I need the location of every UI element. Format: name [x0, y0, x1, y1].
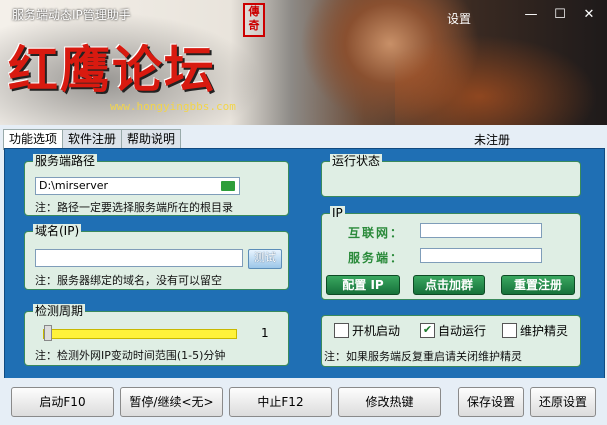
options-group: 开机启动 ✔ 自动运行 维护精灵 注：如果服务端反复重启请关闭维护精灵 [321, 315, 581, 367]
bottom-toolbar: 启动F10 暂停/继续<无> 中止F12 修改热键 保存设置 还原设置 [0, 378, 607, 425]
internet-ip-field[interactable] [420, 223, 542, 238]
brand-url: www.hongyingbbs.com [110, 100, 236, 113]
folder-icon[interactable] [221, 181, 235, 191]
main-area: 功能选项 软件注册 帮助说明 未注册 服务端路径 D:\mirserver 注：… [0, 125, 607, 425]
run-status-label: 运行状态 [330, 154, 383, 168]
server-path-label: 服务端路径 [33, 154, 98, 168]
domain-group: 域名(IP) 测试 注：服务器绑定的域名，没有可以留空 [24, 224, 289, 290]
check-period-note: 注：检测外网IP变动时间范围(1-5)分钟 [35, 349, 226, 362]
period-slider-thumb[interactable] [44, 325, 52, 341]
domain-input[interactable] [35, 249, 243, 267]
reset-registration-button[interactable]: 重置注册 [501, 275, 575, 295]
tab-bar: 功能选项 软件注册 帮助说明 [3, 129, 182, 150]
close-icon[interactable]: ✕ [578, 6, 600, 24]
stop-button[interactable]: 中止F12 [229, 387, 332, 417]
join-group-button[interactable]: 点击加群 [413, 275, 485, 295]
server-path-note: 注：路径一定要选择服务端所在的根目录 [35, 201, 233, 214]
period-slider[interactable] [43, 329, 237, 339]
window-title: 服务端动态IP管理助手 [12, 8, 131, 22]
autostart-box[interactable] [334, 323, 349, 338]
server-ip-field[interactable] [420, 248, 542, 263]
autorun-checkbox[interactable]: ✔ 自动运行 [420, 322, 486, 339]
check-icon[interactable]: ✔ [420, 323, 435, 338]
start-button[interactable]: 启动F10 [11, 387, 114, 417]
config-ip-button[interactable]: 配置 IP [326, 275, 400, 295]
brand-logo: 红鹰论坛 [8, 40, 216, 99]
check-period-group: 检测周期 1 注：检测外网IP变动时间范围(1-5)分钟 [24, 304, 289, 366]
ip-label: IP [330, 206, 345, 220]
server-path-input[interactable]: D:\mirserver [35, 177, 240, 195]
ip-group: IP 互联网： 服务端： 配置 IP 点击加群 重置注册 [321, 206, 581, 300]
guard-box[interactable] [502, 323, 517, 338]
functions-panel: 服务端路径 D:\mirserver 注：路径一定要选择服务端所在的根目录 域名… [4, 148, 605, 380]
seal-logo: 傳奇 [243, 3, 265, 37]
domain-note: 注：服务器绑定的域名，没有可以留空 [35, 274, 222, 287]
tab-functions[interactable]: 功能选项 [3, 129, 64, 150]
minimize-icon[interactable]: — [520, 6, 542, 24]
check-period-label: 检测周期 [33, 304, 86, 318]
domain-label: 域名(IP) [33, 224, 82, 238]
guard-checkbox[interactable]: 维护精灵 [502, 322, 568, 339]
settings-link[interactable]: 设置 [447, 10, 471, 27]
autostart-checkbox[interactable]: 开机启动 [334, 322, 400, 339]
pause-resume-button[interactable]: 暂停/继续<无> [120, 387, 223, 417]
registration-status: 未注册 [474, 133, 511, 147]
internet-label: 互联网： [348, 226, 405, 240]
server-label: 服务端： [348, 251, 405, 265]
tab-registration[interactable]: 软件注册 [62, 129, 123, 149]
server-path-group: 服务端路径 D:\mirserver 注：路径一定要选择服务端所在的根目录 [24, 154, 289, 216]
app-window: 服务端动态IP管理助手 傳奇 红鹰论坛 www.hongyingbbs.com … [0, 0, 607, 425]
restore-settings-button[interactable]: 还原设置 [530, 387, 596, 417]
maximize-icon[interactable]: ☐ [549, 6, 571, 24]
run-status-group: 运行状态 [321, 154, 581, 197]
save-settings-button[interactable]: 保存设置 [458, 387, 524, 417]
banner: 服务端动态IP管理助手 傳奇 红鹰论坛 www.hongyingbbs.com … [0, 0, 607, 125]
tab-help[interactable]: 帮助说明 [121, 129, 182, 149]
options-note: 注：如果服务端反复重启请关闭维护精灵 [324, 350, 522, 363]
change-hotkey-button[interactable]: 修改热键 [338, 387, 441, 417]
test-button[interactable]: 测试 [248, 249, 282, 269]
period-value: 1 [261, 326, 269, 340]
